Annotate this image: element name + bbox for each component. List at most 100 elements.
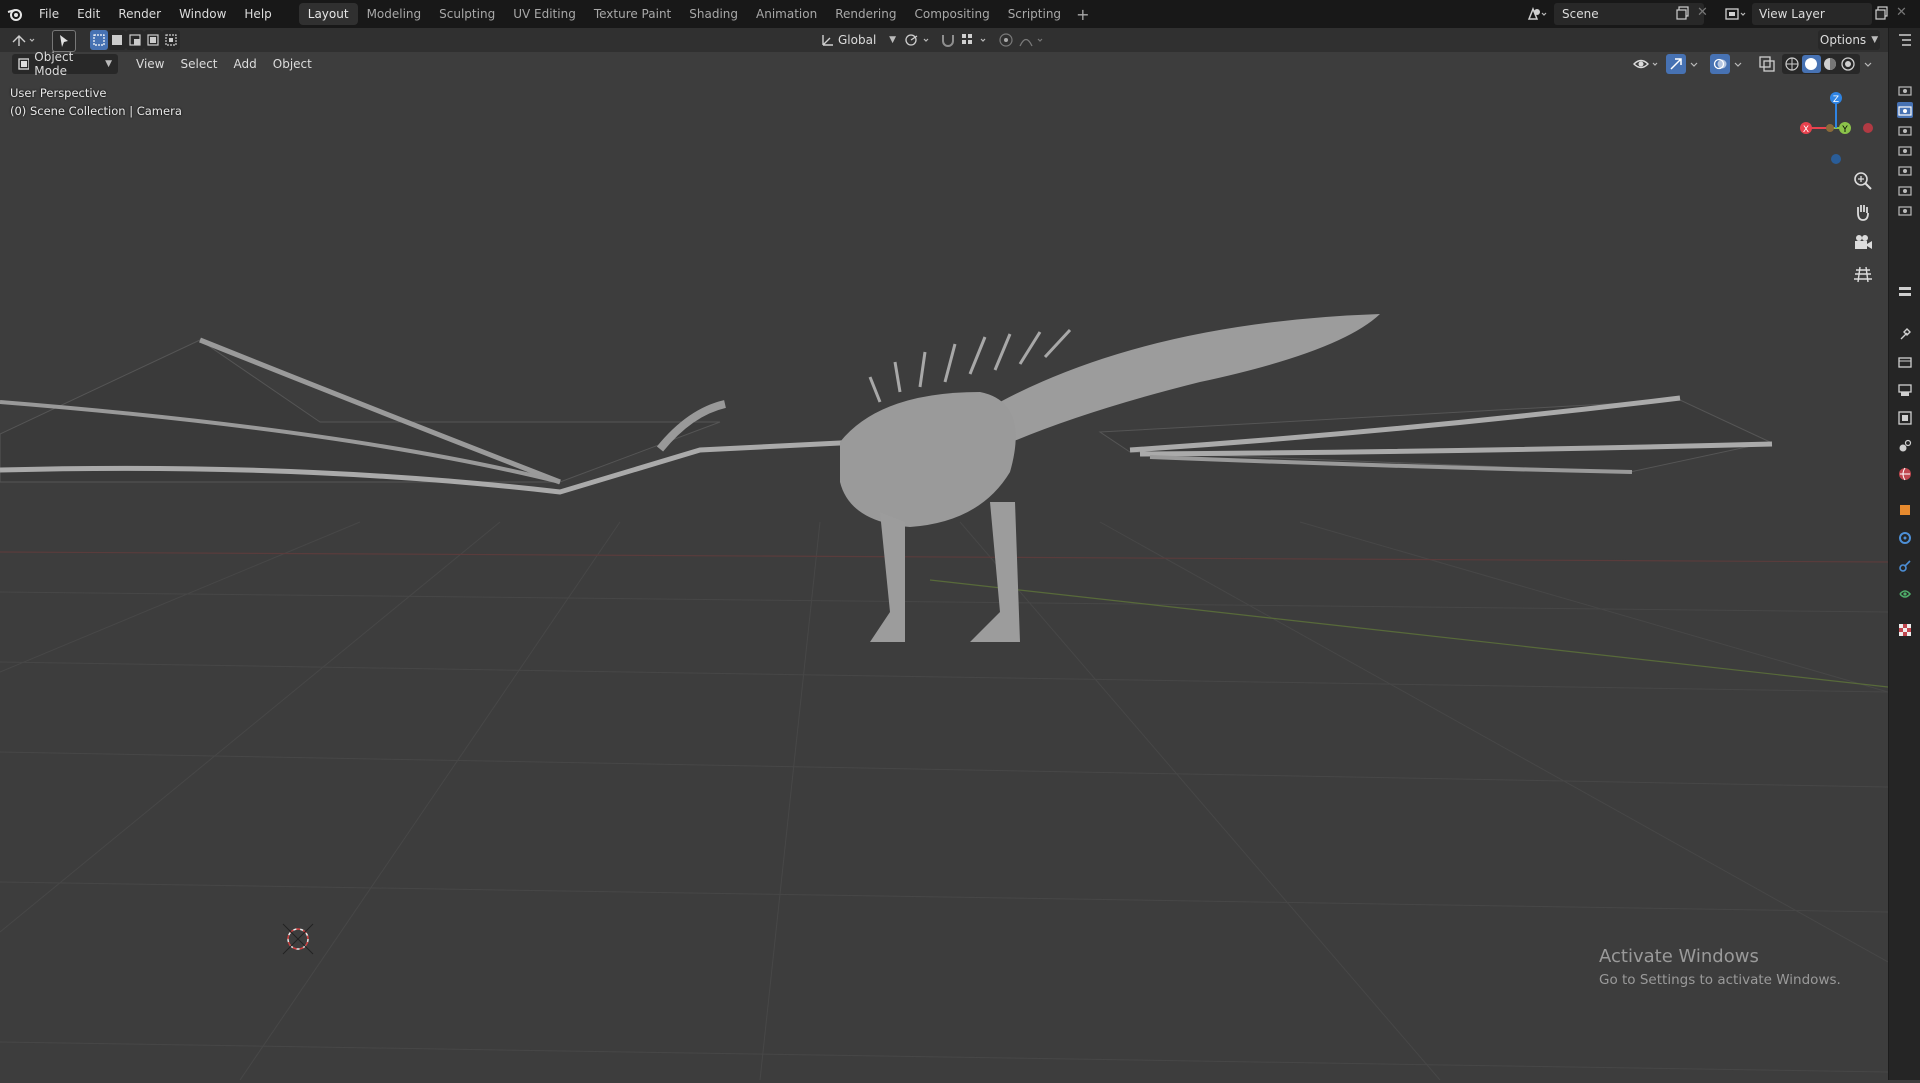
shading-mode-group: [1782, 54, 1860, 74]
blender-logo-icon[interactable]: [0, 0, 30, 28]
add-workspace-button[interactable]: +: [1070, 5, 1095, 24]
zoom-icon[interactable]: [1852, 170, 1874, 192]
material-shading-icon[interactable]: [1824, 58, 1836, 70]
select-mode-new-icon[interactable]: [90, 30, 108, 50]
tool-header: Global ▼ Options ▼: [0, 28, 1888, 52]
options-dropdown[interactable]: Options ▼: [1818, 30, 1880, 50]
select-tool-icon[interactable]: [52, 30, 76, 52]
menu-edit[interactable]: Edit: [68, 0, 109, 28]
new-view-layer-icon[interactable]: [1875, 6, 1889, 20]
gizmo-z-label: Z: [1833, 95, 1839, 105]
camera-icon[interactable]: [1897, 202, 1913, 218]
menu-add[interactable]: Add: [226, 54, 265, 74]
properties-tab-strip: [1888, 28, 1920, 1080]
menu-window[interactable]: Window: [170, 0, 235, 28]
render-properties-icon[interactable]: [1897, 354, 1913, 370]
grid-toggle-icon[interactable]: [1852, 263, 1874, 285]
editor-type-icon[interactable]: [10, 30, 40, 50]
camera-icon[interactable]: [1897, 182, 1913, 198]
outliner-toggle-icon[interactable]: [1897, 32, 1913, 48]
menu-file[interactable]: File: [30, 0, 68, 28]
scene-name: Scene: [1562, 7, 1599, 21]
viewport-canvas[interactable]: X Y Z: [0, 52, 1889, 1081]
select-mode-intersect-icon[interactable]: [162, 30, 180, 50]
select-mode-subtract-icon[interactable]: [126, 30, 144, 50]
snap-target-icon[interactable]: [960, 32, 992, 48]
rendered-shading-icon[interactable]: [1841, 57, 1855, 71]
camera-icon[interactable]: [1897, 122, 1913, 138]
xray-toggle-icon[interactable]: [1758, 55, 1776, 73]
select-mode-invert-icon[interactable]: [144, 30, 162, 50]
overlays-toggle-icon[interactable]: [1710, 54, 1730, 74]
gizmo-x-label: X: [1803, 125, 1809, 135]
camera-view-icon[interactable]: [1852, 232, 1874, 254]
top-menu-bar: File Edit Render Window Help Layout Mode…: [0, 0, 1920, 28]
visibility-icon[interactable]: [1632, 55, 1662, 73]
solid-shading-icon[interactable]: [1805, 58, 1817, 70]
workspace-tabs: Layout Modeling Sculpting UV Editing Tex…: [298, 0, 1096, 28]
proportional-edit-icon[interactable]: [998, 32, 1014, 48]
object-properties-icon[interactable]: [1897, 502, 1913, 518]
3d-viewport[interactable]: X Y Z User Perspective (0) Scene Collect…: [0, 52, 1889, 1081]
camera-icon[interactable]: [1897, 162, 1913, 178]
menu-object[interactable]: Object: [265, 54, 320, 74]
camera-icon[interactable]: [1897, 82, 1913, 98]
view-layer-field[interactable]: View Layer: [1752, 3, 1872, 25]
output-properties-icon[interactable]: [1897, 382, 1913, 398]
menu-view[interactable]: View: [128, 54, 172, 74]
tab-scripting[interactable]: Scripting: [999, 3, 1070, 25]
gizmo-toggle-icon[interactable]: [1666, 54, 1686, 74]
menu-render[interactable]: Render: [109, 0, 170, 28]
menu-select[interactable]: Select: [172, 54, 225, 74]
delete-view-layer-icon[interactable]: ✕: [1896, 6, 1910, 20]
wireframe-shading-icon[interactable]: [1785, 57, 1799, 71]
tab-layout[interactable]: Layout: [298, 3, 358, 25]
tab-texture-paint[interactable]: Texture Paint: [585, 3, 680, 25]
texture-properties-icon[interactable]: [1897, 622, 1913, 638]
view-layer-properties-icon[interactable]: [1897, 410, 1913, 426]
world-properties-icon[interactable]: [1897, 466, 1913, 482]
tab-modeling[interactable]: Modeling: [358, 3, 431, 25]
tab-rendering[interactable]: Rendering: [826, 3, 905, 25]
scene-properties-icon[interactable]: [1897, 438, 1913, 454]
activate-windows-title: Activate Windows: [1599, 946, 1759, 967]
view-layer-name: View Layer: [1759, 7, 1825, 21]
tool-properties-icon[interactable]: [1897, 326, 1913, 342]
constraint-properties-icon[interactable]: [1897, 586, 1913, 602]
object-mode-select[interactable]: Object Mode ▼: [12, 50, 118, 78]
view-layer-browse-icon[interactable]: [1724, 5, 1752, 23]
new-scene-icon[interactable]: [1676, 6, 1690, 20]
overlays-dropdown-icon[interactable]: [1733, 56, 1745, 72]
shading-dropdown-icon[interactable]: [1863, 56, 1875, 72]
menu-help[interactable]: Help: [235, 0, 280, 28]
collection-label: (0) Scene Collection | Camera: [10, 104, 182, 118]
hand-icon[interactable]: [1852, 201, 1874, 223]
camera-icon[interactable]: [1897, 142, 1913, 158]
activate-windows-subtitle: Go to Settings to activate Windows.: [1599, 972, 1841, 988]
tab-shading[interactable]: Shading: [680, 3, 747, 25]
tab-uv-editing[interactable]: UV Editing: [504, 3, 585, 25]
snap-toggle-icon[interactable]: [940, 32, 956, 48]
tab-sculpting[interactable]: Sculpting: [430, 3, 504, 25]
perspective-label: User Perspective: [10, 86, 107, 100]
properties-editor-icon[interactable]: [1897, 284, 1913, 300]
3d-cursor-icon[interactable]: [282, 923, 314, 955]
object-mode-icon: [18, 58, 30, 70]
camera-active-icon[interactable]: [1897, 102, 1913, 118]
transform-orientation-icon: [820, 32, 836, 48]
gizmo-dropdown-icon[interactable]: [1689, 56, 1701, 72]
transform-orientation-label: Global: [838, 33, 877, 47]
physics-properties-icon[interactable]: [1897, 558, 1913, 574]
modifier-properties-icon[interactable]: [1897, 530, 1913, 546]
object-mode-label: Object Mode: [34, 50, 74, 78]
viewport-header: Object Mode ▼ View Select Add Object: [0, 50, 1888, 78]
gizmo-y-label: Y: [1841, 125, 1848, 135]
select-mode-extend-icon[interactable]: [108, 30, 126, 50]
tab-compositing[interactable]: Compositing: [905, 3, 998, 25]
proportional-falloff-icon[interactable]: [1018, 32, 1048, 48]
tab-animation[interactable]: Animation: [747, 3, 826, 25]
pivot-point-icon[interactable]: [904, 32, 934, 48]
scene-browse-icon[interactable]: [1526, 5, 1552, 23]
transform-orientation-select[interactable]: Global ▼: [838, 30, 898, 50]
delete-scene-icon[interactable]: ✕: [1697, 6, 1711, 20]
